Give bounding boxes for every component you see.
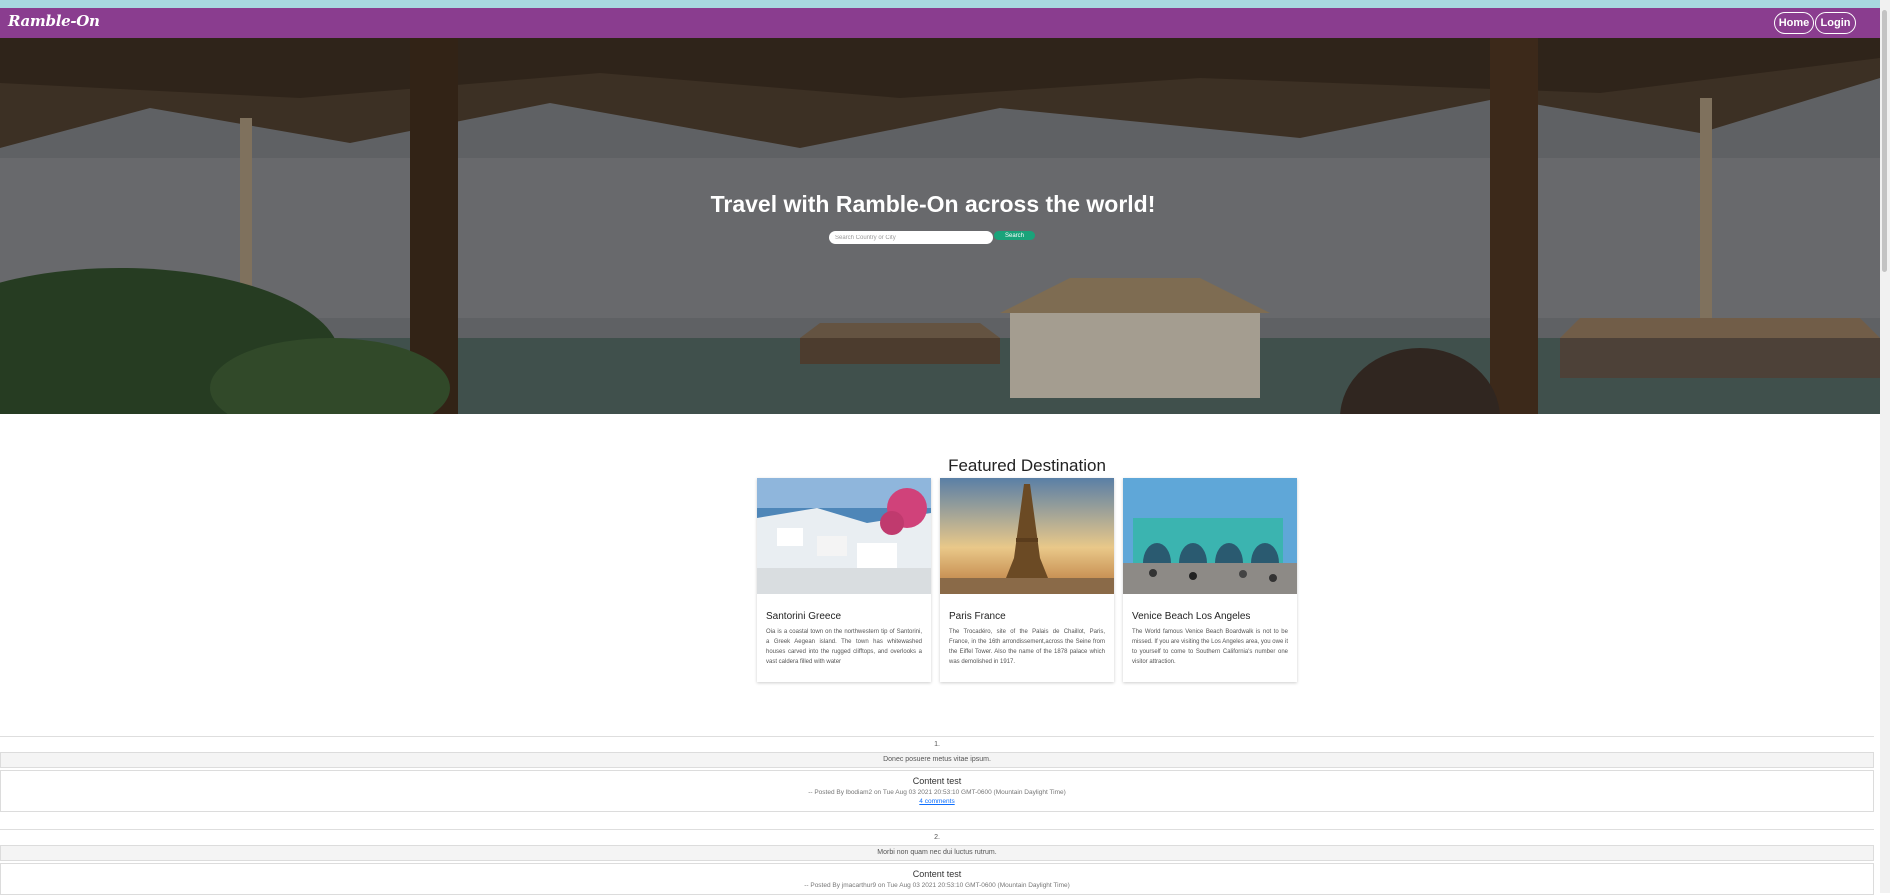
card-title: Venice Beach Los Angeles	[1132, 611, 1251, 622]
scrollbar-thumb[interactable]	[1882, 10, 1887, 272]
post-content: Content test	[912, 776, 962, 786]
santorini-image	[757, 478, 931, 594]
nav-home-button[interactable]: Home	[1774, 12, 1814, 34]
paris-image	[940, 478, 1114, 594]
card-text: The World famous Venice Beach Boardwalk …	[1132, 629, 1288, 665]
destination-card-venice-beach[interactable]: Venice Beach Los Angeles The World famou…	[1123, 478, 1297, 682]
post-meta: -- Posted By lbodiam2 on Tue Aug 03 2021…	[808, 789, 1066, 796]
post-meta: -- Posted By jmacarthur9 on Tue Aug 03 2…	[804, 882, 1070, 889]
featured-title: Featured Destination	[948, 456, 1106, 475]
destination-card-paris[interactable]: Paris France The Trocadéro, site of the …	[940, 478, 1114, 682]
brand-logo[interactable]: Ramble-On	[8, 12, 100, 30]
post-title[interactable]: Donec posuere metus vitae ipsum.	[0, 752, 1874, 768]
page-scrollbar[interactable]	[1880, 0, 1890, 893]
post-body: Content test -- Posted By jmacarthur9 on…	[0, 863, 1874, 895]
post-number: 1.	[934, 741, 940, 748]
search-button[interactable]: Search	[994, 231, 1035, 240]
card-text: The Trocadéro, site of the Palais de Cha…	[949, 629, 1105, 665]
navbar: Ramble-On Home Login	[0, 8, 1880, 38]
hero-background-image	[0, 38, 1880, 414]
venice-beach-image	[1123, 478, 1297, 594]
search-input[interactable]	[829, 231, 993, 244]
post-comments: 4 comments	[1, 798, 1873, 805]
hero-title: Travel with Ramble-On across the world!	[710, 191, 1156, 217]
post-item: 1. Donec posuere metus vitae ipsum. Cont…	[0, 736, 1874, 819]
comments-link[interactable]: 4 comments	[919, 798, 954, 805]
post-number: 2.	[934, 834, 940, 841]
post-content: Content test	[912, 869, 962, 879]
browser-top-strip	[0, 0, 1890, 8]
hero-banner: Travel with Ramble-On across the world! …	[0, 38, 1880, 414]
destination-card-santorini[interactable]: Santorini Greece Oia is a coastal town o…	[757, 478, 931, 682]
card-text: Oia is a coastal town on the northwester…	[766, 629, 922, 665]
post-body: Content test -- Posted By lbodiam2 on Tu…	[0, 770, 1874, 812]
card-title: Paris France	[949, 611, 1006, 622]
post-title[interactable]: Morbi non quam nec dui luctus rutrum.	[0, 845, 1874, 861]
nav-login-button[interactable]: Login	[1815, 12, 1856, 34]
post-item: 2. Morbi non quam nec dui luctus rutrum.…	[0, 829, 1874, 895]
card-title: Santorini Greece	[766, 611, 842, 622]
